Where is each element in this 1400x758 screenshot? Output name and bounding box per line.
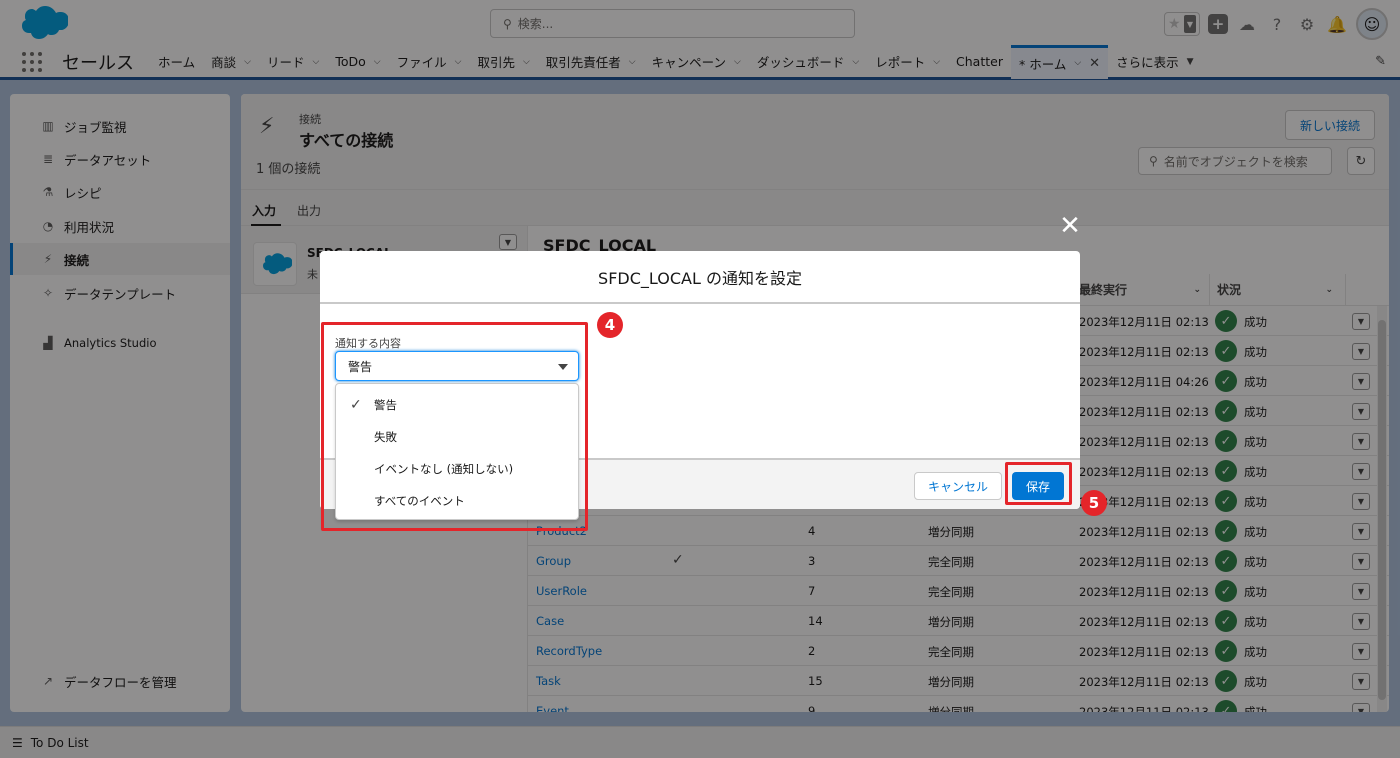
cancel-button[interactable]: キャンセル: [914, 472, 1002, 500]
highlight-box-dropdown: [321, 322, 588, 531]
step-badge-5: 5: [1081, 490, 1107, 516]
step-badge-4: 4: [597, 312, 623, 338]
highlight-box-save: [1005, 462, 1072, 505]
modal-title: SFDC_LOCAL の通知を設定: [320, 251, 1080, 304]
close-icon[interactable]: ✕: [1058, 212, 1082, 240]
